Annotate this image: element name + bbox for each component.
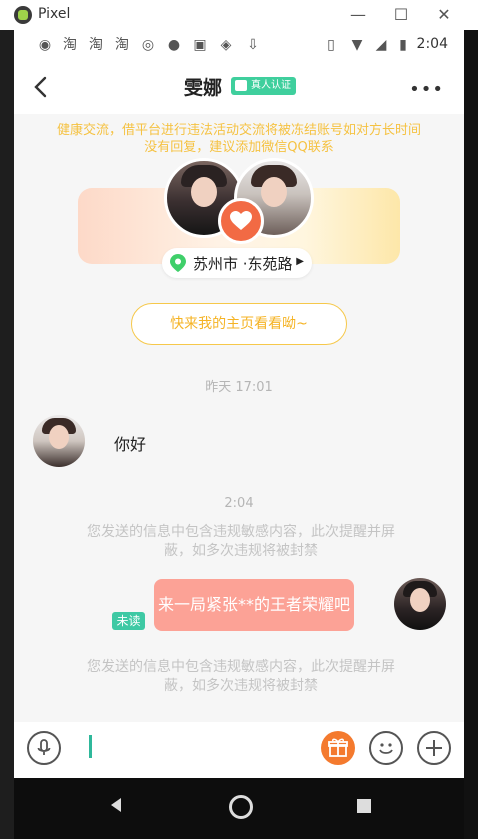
taobao-icon: 淘: [63, 37, 77, 53]
plus-icon: [426, 740, 442, 756]
contact-name: 雯娜: [184, 77, 223, 99]
nav-home-icon[interactable]: [229, 795, 253, 819]
system-warning: 您发送的信息中包含违规敏感内容，此次提醒并屏蔽，如多次违规将被封禁: [87, 659, 395, 694]
no-signal-icon: ◢: [375, 37, 387, 53]
location-pin-icon: [170, 254, 186, 272]
chrome-icon: ◉: [38, 37, 52, 53]
heart-icon: [218, 198, 264, 244]
gift-button[interactable]: [321, 731, 355, 765]
android-robot-icon: ◎: [141, 37, 155, 53]
unread-badge: 未读: [112, 612, 145, 630]
vpn-icon: ◈: [220, 37, 232, 53]
background-window-strip: [0, 30, 14, 839]
emulator-frame-right: [464, 30, 478, 839]
status-bar: ◉ 淘 淘 淘 ◎ ● ▣ ◈ ⇩ ▯ ▼ ◢ ▮ 2:04: [14, 30, 464, 60]
more-options-button[interactable]: •••: [409, 79, 444, 100]
visit-homepage-button[interactable]: 快来我的主页看看呦~: [131, 303, 347, 345]
wifi-icon: ▼: [351, 37, 363, 53]
emulator-title: Pixel: [38, 6, 71, 22]
gift-icon: [328, 738, 348, 757]
back-arrow-icon: [34, 76, 47, 98]
minimize-button[interactable]: —: [346, 3, 370, 27]
close-button[interactable]: ✕: [432, 3, 456, 27]
battery-icon: ▮: [399, 37, 407, 53]
android-icon: [14, 6, 32, 24]
download-icon: ⇩: [247, 37, 259, 53]
verified-badge: 真人认证: [231, 77, 296, 95]
microphone-icon: [37, 739, 51, 755]
timestamp: 昨天 17:01: [205, 380, 273, 395]
chat-header: 雯娜 真人认证 •••: [14, 60, 464, 114]
navigation-bar: [14, 778, 464, 839]
my-avatar-small[interactable]: [394, 578, 446, 630]
timestamp: 2:04: [224, 496, 254, 511]
emulator-titlebar: Pixel — ☐ ✕: [0, 0, 478, 31]
safety-notice: 健康交流，借平台进行违法活动交流将被冻结账号如对方长时间没有回复，建议添加微信Q…: [56, 123, 421, 155]
vibrate-icon: ▯: [327, 37, 335, 53]
back-button[interactable]: [28, 72, 54, 102]
location-arrow-icon: ▶: [296, 256, 304, 267]
emoji-button[interactable]: [369, 731, 403, 765]
circle-icon: ●: [167, 37, 181, 53]
verified-badge-label: 真人认证: [251, 80, 291, 91]
nav-back-icon[interactable]: [109, 797, 123, 813]
taobao-icon: 淘: [89, 37, 103, 53]
location-text: 苏州市 ·东苑路: [193, 255, 293, 273]
face: [191, 177, 217, 207]
contact-avatar[interactable]: [33, 415, 85, 467]
smiley-icon: [379, 743, 393, 754]
taobao-icon: 淘: [115, 37, 129, 53]
face: [261, 177, 287, 207]
phone-screen: ◉ 淘 淘 淘 ◎ ● ▣ ◈ ⇩ ▯ ▼ ◢ ▮ 2:04 雯娜 真人认证 •…: [14, 30, 464, 778]
system-warning: 您发送的信息中包含违规敏感内容，此次提醒并屏蔽，如多次违规将被封禁: [87, 524, 395, 559]
status-time: 2:04: [416, 36, 448, 52]
text-input-field[interactable]: [89, 735, 92, 758]
face-id-icon: [235, 80, 247, 91]
chat-input-bar: [14, 722, 464, 778]
voice-button[interactable]: [27, 731, 61, 765]
outgoing-message-bubble[interactable]: 来一局紧张**的王者荣耀吧: [154, 579, 354, 631]
face: [49, 425, 69, 449]
maximize-button[interactable]: ☐: [389, 3, 413, 27]
more-actions-button[interactable]: [417, 731, 451, 765]
match-banner: 苏州市 ·东苑路 ▶: [78, 158, 400, 292]
nav-recents-icon[interactable]: [357, 799, 371, 813]
pulse-icon: ▣: [193, 37, 207, 53]
location-pill[interactable]: 苏州市 ·东苑路 ▶: [162, 248, 312, 278]
face: [410, 588, 430, 612]
incoming-message[interactable]: 你好: [114, 431, 146, 455]
